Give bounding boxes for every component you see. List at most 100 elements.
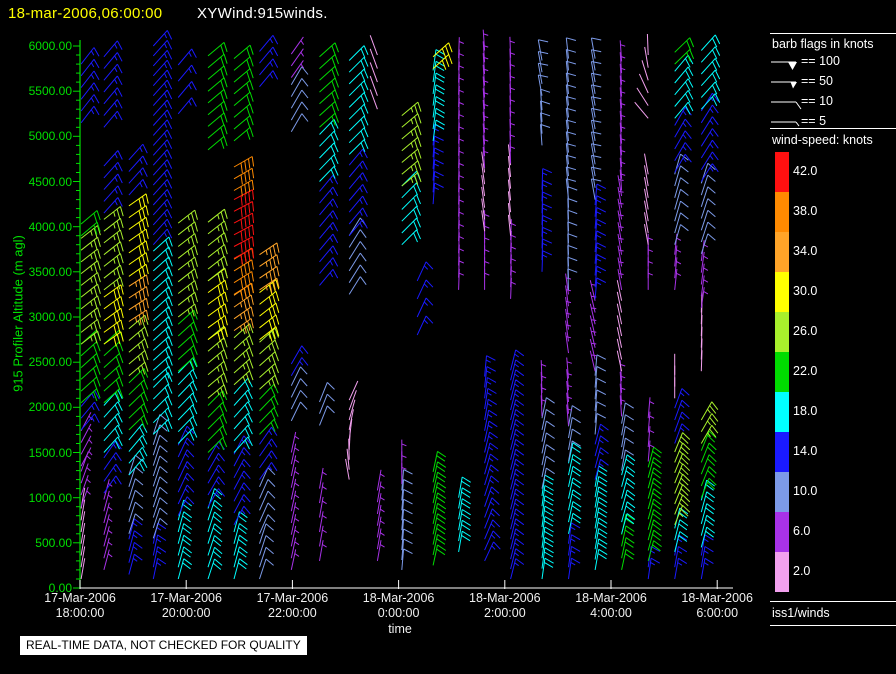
wind-barb <box>568 405 581 427</box>
x-tick-time: 0:00:00 <box>377 606 420 620</box>
wind-barb <box>416 279 434 300</box>
wind-barb <box>177 321 198 337</box>
wind-barb <box>458 530 471 552</box>
wind-barb <box>484 398 497 421</box>
wind-barb <box>621 414 634 436</box>
wind-barb <box>319 221 339 239</box>
wind-barb <box>634 101 649 119</box>
half-barb-icon <box>795 121 800 127</box>
wind-barb <box>700 46 721 63</box>
wind-barb <box>207 208 228 223</box>
colorbar-label: 22.0 <box>793 364 818 378</box>
wind-barb <box>401 136 422 152</box>
wind-barb <box>319 186 339 204</box>
wind-barb <box>647 557 661 580</box>
wind-barb <box>401 113 422 128</box>
wind-barb <box>128 446 148 464</box>
wind-barb <box>80 82 100 100</box>
wind-barb <box>207 42 228 57</box>
wind-barb <box>207 390 228 406</box>
x-tick-date: 18-Mar-2006 <box>362 591 435 605</box>
wind-barb <box>80 353 101 368</box>
wind-barb <box>80 94 100 112</box>
wind-barb <box>152 372 173 388</box>
wind-barb <box>565 37 577 59</box>
wind-barb <box>616 338 623 360</box>
wind-barb <box>233 401 253 418</box>
wind-barb <box>401 160 422 175</box>
wind-barb <box>567 209 578 232</box>
x-tick-label: 17-Mar-2006 18:00:00 <box>25 591 135 621</box>
wind-barb <box>621 425 634 448</box>
x-tick-label: 18-Mar-2006 6:00:00 <box>662 591 772 621</box>
wind-barb <box>259 34 279 52</box>
wind-barb <box>233 44 254 59</box>
wind-barb <box>567 233 578 255</box>
wind-barb <box>348 172 368 190</box>
wind-barb <box>207 89 228 104</box>
wind-barb <box>103 364 124 380</box>
wind-barb <box>233 91 254 106</box>
wind-barb <box>616 350 623 372</box>
wind-barb <box>616 327 623 348</box>
wind-barb <box>233 558 248 580</box>
wind-barb <box>152 236 173 252</box>
wind-barb <box>401 229 421 246</box>
y-tick-label: 500.00 <box>35 535 72 550</box>
x-tick-label: 18-Mar-2006 4:00:00 <box>556 591 666 621</box>
wind-barb <box>177 345 198 360</box>
wind-barb <box>80 376 101 392</box>
colorbar-label: 34.0 <box>793 244 818 258</box>
wind-barb <box>80 295 101 310</box>
wind-barb <box>348 184 368 201</box>
wind-barb <box>319 101 339 116</box>
wind-barb <box>103 424 123 442</box>
wind-barb <box>103 206 124 220</box>
speed-legend-title: wind-speed: knots <box>772 133 873 147</box>
wind-barb <box>674 557 688 580</box>
wind-barb <box>567 256 578 279</box>
wind-barb <box>594 476 608 498</box>
wind-barb <box>103 99 123 116</box>
wind-barb <box>233 167 255 185</box>
wind-barb <box>128 435 148 452</box>
legend-divider <box>770 128 896 129</box>
wind-barb <box>207 360 228 376</box>
colorbar-swatch <box>775 232 789 272</box>
x-tick-label: 18-Mar-2006 2:00:00 <box>450 591 560 621</box>
wind-barb <box>319 268 339 286</box>
wind-barb <box>594 486 608 508</box>
wind-barb <box>348 127 369 144</box>
barb-legend-label: == 10 <box>801 94 833 108</box>
wind-barb <box>259 363 279 378</box>
colorbar-swatch <box>775 152 789 192</box>
wind-barb <box>128 391 149 407</box>
y-tick-label: 1000.00 <box>28 490 72 505</box>
wind-barb <box>416 261 434 282</box>
colorbar-label: 10.0 <box>793 484 818 498</box>
wind-barb <box>259 374 279 390</box>
wind-barb <box>646 33 649 56</box>
wind-barb <box>233 212 255 230</box>
wind-barb <box>207 124 228 139</box>
wind-barb <box>594 517 608 539</box>
wind-barb <box>348 103 369 120</box>
y-tick-label: 4000.00 <box>28 219 72 234</box>
app-window: { "header": { "datetime": "18-mar-2006,0… <box>0 0 896 674</box>
wind-barb <box>700 557 714 580</box>
wind-barb <box>233 271 254 289</box>
colorbar-swatch <box>775 512 789 552</box>
wind-barb <box>348 139 369 155</box>
wind-barb <box>103 75 123 93</box>
wind-barb <box>80 283 101 298</box>
barb-legend-label: == 100 <box>801 54 840 68</box>
wind-barb <box>458 268 464 290</box>
wind-barb <box>233 236 255 253</box>
wind-barb <box>233 68 254 83</box>
wind-barb <box>233 259 254 277</box>
wind-barb <box>674 432 691 453</box>
wind-barb <box>565 332 572 354</box>
wind-barb <box>207 77 228 92</box>
wind-barb <box>616 303 623 325</box>
wind-barb <box>103 241 124 256</box>
